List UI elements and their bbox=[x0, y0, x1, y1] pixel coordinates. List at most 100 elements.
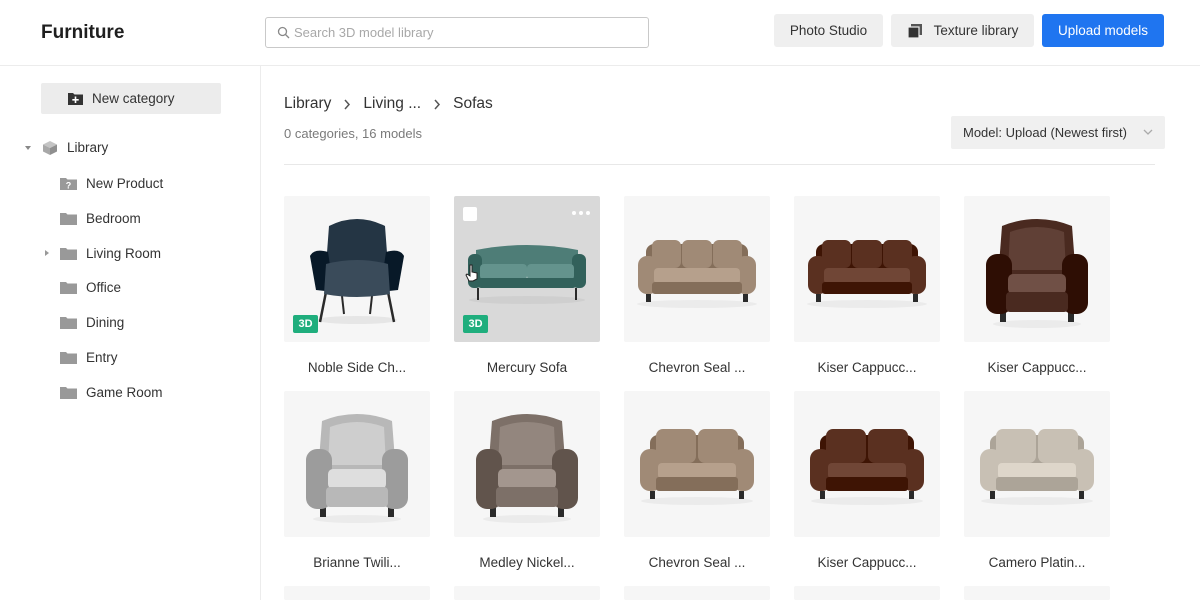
breadcrumb-library[interactable]: Library bbox=[284, 95, 331, 113]
tree-item-label: Library bbox=[67, 140, 109, 155]
folder-icon bbox=[60, 386, 77, 399]
search-input[interactable] bbox=[294, 18, 644, 47]
tree-item-game-room[interactable]: Game Room bbox=[60, 382, 163, 402]
cube-icon bbox=[43, 141, 57, 155]
new-category-label: New category bbox=[92, 91, 175, 106]
model-thumbnail[interactable] bbox=[624, 586, 770, 600]
model-card[interactable]: Kiser Cappucc... bbox=[964, 196, 1110, 381]
sort-dropdown[interactable]: Model: Upload (Newest first) bbox=[951, 116, 1165, 149]
model-card[interactable]: Medley Nickel... bbox=[454, 391, 600, 576]
model-name: Kiser Cappucc... bbox=[817, 555, 917, 570]
tree-item-entry[interactable]: Entry bbox=[60, 347, 118, 367]
tree-item-new-product[interactable]: ? New Product bbox=[60, 173, 163, 193]
model-preview-image bbox=[807, 240, 927, 308]
tree-item-bedroom[interactable]: Bedroom bbox=[60, 208, 141, 228]
tree-item-label: Bedroom bbox=[86, 210, 141, 226]
model-thumbnail[interactable] bbox=[964, 196, 1110, 342]
svg-text:?: ? bbox=[66, 180, 72, 190]
tree-item-label: Entry bbox=[86, 349, 118, 365]
model-card[interactable]: Camero Platin... bbox=[964, 391, 1110, 576]
more-options-icon[interactable] bbox=[571, 210, 591, 216]
main-content: Library Living ... Sofas 0 categories, 1… bbox=[262, 66, 1200, 600]
model-card[interactable]: Brianne Twili... bbox=[284, 391, 430, 576]
chevron-right-icon bbox=[344, 99, 351, 109]
model-thumbnail[interactable] bbox=[794, 586, 940, 600]
model-thumbnail[interactable] bbox=[624, 196, 770, 342]
breadcrumb: Library Living ... Sofas bbox=[284, 95, 493, 113]
model-card[interactable]: Kiser Cappucc... bbox=[794, 196, 940, 381]
top-bar: Furniture Photo Studio Texture library U… bbox=[0, 0, 1200, 66]
tree-item-label: New Product bbox=[86, 175, 164, 191]
badge-3d: 3D bbox=[293, 315, 318, 333]
tree-item-living-room[interactable]: Living Room bbox=[45, 243, 162, 263]
model-name: Medley Nickel... bbox=[479, 555, 575, 570]
model-name: Chevron Seal ... bbox=[648, 360, 746, 375]
model-card[interactable]: Chevron Seal ... bbox=[624, 196, 770, 381]
model-thumbnail[interactable] bbox=[284, 586, 430, 600]
model-card[interactable]: 3D Noble Side Ch... bbox=[284, 196, 430, 381]
chevron-down-icon bbox=[1143, 129, 1153, 135]
model-preview-image bbox=[810, 429, 924, 505]
tree-item-office[interactable]: Office bbox=[60, 277, 121, 297]
model-preview-image bbox=[306, 414, 408, 523]
new-category-button[interactable]: New category bbox=[41, 83, 221, 114]
upload-models-label: Upload models bbox=[1057, 23, 1149, 38]
sidebar: New category Library ? New Product Bedro… bbox=[0, 66, 261, 600]
photo-studio-label: Photo Studio bbox=[789, 23, 868, 38]
layers-icon bbox=[907, 23, 922, 39]
model-thumbnail[interactable] bbox=[964, 586, 1110, 600]
breadcrumb-living-room[interactable]: Living ... bbox=[363, 95, 421, 113]
model-preview-image bbox=[637, 240, 757, 308]
model-preview-image bbox=[980, 429, 1094, 505]
app-title: Furniture bbox=[41, 22, 125, 43]
tree-item-label: Living Room bbox=[86, 245, 162, 261]
folder-icon bbox=[60, 316, 77, 329]
caret-right-icon[interactable] bbox=[43, 249, 51, 257]
badge-3d: 3D bbox=[463, 315, 488, 333]
hand-cursor-icon bbox=[465, 264, 478, 282]
sort-label: Model: Upload (Newest first) bbox=[963, 125, 1127, 140]
model-thumbnail[interactable] bbox=[454, 586, 600, 600]
caret-down-icon[interactable] bbox=[24, 144, 32, 152]
model-thumbnail[interactable] bbox=[454, 391, 600, 537]
upload-models-button[interactable]: Upload models bbox=[1042, 14, 1164, 47]
tree-item-label: Game Room bbox=[86, 384, 163, 400]
model-name: Brianne Twili... bbox=[313, 555, 401, 570]
model-thumbnail[interactable] bbox=[794, 196, 940, 342]
question-folder-icon: ? bbox=[60, 177, 77, 190]
add-folder-icon bbox=[68, 93, 83, 105]
model-thumbnail[interactable] bbox=[794, 391, 940, 537]
folder-icon bbox=[60, 247, 77, 260]
model-card[interactable]: Kiser Cappucc... bbox=[794, 391, 940, 576]
select-checkbox[interactable] bbox=[463, 207, 477, 221]
library-summary: 0 categories, 16 models bbox=[284, 126, 423, 141]
tree-item-dining[interactable]: Dining bbox=[60, 312, 124, 332]
model-card[interactable]: Chevron Seal ... bbox=[624, 391, 770, 576]
model-preview-image bbox=[640, 429, 754, 505]
model-name: Chevron Seal ... bbox=[648, 555, 746, 570]
texture-library-label: Texture library bbox=[933, 23, 1019, 38]
search-icon bbox=[277, 26, 290, 39]
divider bbox=[284, 164, 1155, 165]
chevron-right-icon bbox=[434, 99, 441, 109]
model-thumbnail[interactable] bbox=[964, 391, 1110, 537]
model-name: Kiser Cappucc... bbox=[817, 360, 917, 375]
photo-studio-button[interactable]: Photo Studio bbox=[774, 14, 883, 47]
folder-icon bbox=[60, 212, 77, 225]
model-thumbnail[interactable]: 3D bbox=[284, 196, 430, 342]
model-name: Camero Platin... bbox=[988, 555, 1086, 570]
model-name: Mercury Sofa bbox=[486, 360, 568, 375]
search-box[interactable] bbox=[265, 17, 649, 48]
tree-item-label: Dining bbox=[86, 314, 125, 330]
model-thumbnail[interactable]: 3D bbox=[454, 196, 600, 342]
model-name: Noble Side Ch... bbox=[307, 360, 407, 375]
breadcrumb-sofas: Sofas bbox=[453, 95, 493, 112]
model-thumbnail[interactable] bbox=[284, 391, 430, 537]
model-thumbnail[interactable] bbox=[624, 391, 770, 537]
folder-icon bbox=[60, 351, 77, 364]
model-name: Kiser Cappucc... bbox=[987, 360, 1087, 375]
model-card[interactable]: 3D Mercury Sofa bbox=[454, 196, 600, 381]
texture-library-button[interactable]: Texture library bbox=[891, 14, 1034, 47]
model-preview-image bbox=[476, 414, 578, 523]
model-preview-image bbox=[986, 219, 1088, 328]
